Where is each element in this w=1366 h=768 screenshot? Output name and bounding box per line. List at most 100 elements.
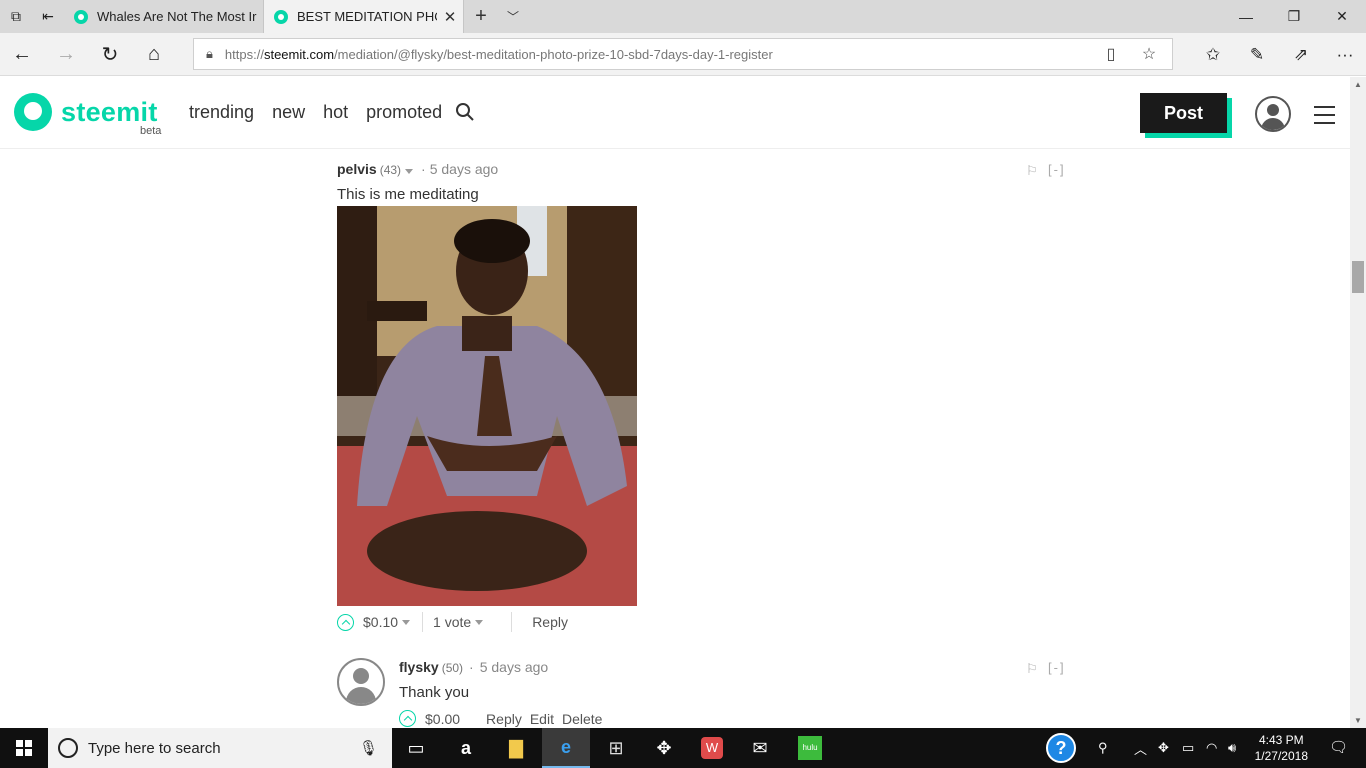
user-avatar-icon[interactable] — [1255, 96, 1291, 132]
payout-value[interactable]: $0.00 — [425, 711, 460, 727]
votes-count[interactable]: 1 vote — [433, 614, 471, 630]
favorites-hub-icon[interactable]: ✩ — [1191, 33, 1235, 76]
author-reputation: (43) — [379, 163, 402, 177]
url-scheme: https:// — [224, 46, 264, 62]
tab-manager-icon[interactable]: ⧉ — [0, 0, 32, 33]
payout-value[interactable]: $0.10 — [363, 614, 398, 630]
author-reputation: (50) — [441, 661, 464, 675]
nav-new[interactable]: new — [272, 102, 305, 123]
action-center-icon[interactable]: 🗨︎ — [1329, 738, 1348, 756]
reading-view-icon[interactable]: ▯ — [1094, 39, 1128, 69]
author-menu-caret-icon[interactable] — [405, 169, 414, 174]
help-icon[interactable]: ? — [1046, 728, 1076, 768]
hulu-icon[interactable]: hulu — [786, 728, 834, 768]
tab-whales[interactable]: Whales Are Not The Most Ir — [64, 0, 264, 33]
web-note-pen-icon[interactable]: ✎ — [1235, 33, 1279, 76]
nav-promoted[interactable]: promoted — [366, 102, 442, 123]
clock-date: 1/27/2018 — [1254, 749, 1308, 763]
favorite-star-icon[interactable]: ☆ — [1132, 39, 1166, 69]
close-window-icon[interactable]: ✕ — [1318, 0, 1366, 33]
battery-icon[interactable]: ▭ — [1182, 728, 1194, 768]
flag-icon[interactable]: ⚐ — [1026, 661, 1038, 677]
set-aside-tabs-icon[interactable]: ⇤ — [32, 0, 64, 33]
address-field[interactable]: 🔒︎ https://steemit.com/mediation/@flysky… — [193, 38, 1173, 70]
show-hidden-icons-chevron[interactable]: ︿ — [1134, 728, 1147, 768]
wifi-icon[interactable]: ◠ — [1206, 728, 1217, 768]
comment-actions: $0.10 1 vote Reply — [337, 612, 568, 632]
flag-icon[interactable]: ⚐ — [1026, 163, 1038, 179]
windows-start-icon[interactable] — [0, 728, 48, 768]
task-view-icon[interactable]: ▭ — [392, 728, 440, 768]
post-button[interactable]: Post — [1140, 93, 1232, 138]
minimize-icon[interactable]: — — [1222, 0, 1270, 33]
edge-browser-icon[interactable]: e — [542, 728, 590, 768]
mail-icon[interactable]: ✉ — [736, 728, 784, 768]
window-controls: — ❐ ✕ — [1222, 0, 1366, 33]
upvote-icon[interactable] — [337, 613, 354, 631]
comment-author[interactable]: pelvis — [337, 161, 377, 177]
collapse-toggle[interactable]: [-] — [1048, 660, 1066, 675]
steemit-favicon-icon — [274, 9, 288, 24]
microphone-icon[interactable]: 🎙︎ — [359, 739, 378, 757]
search-placeholder: Type here to search — [88, 739, 221, 757]
reply-link[interactable]: Reply — [532, 614, 568, 630]
close-tab-icon[interactable]: ✕ — [437, 8, 463, 26]
comment-body: Thank you — [399, 684, 470, 701]
dropbox-icon[interactable]: ✥ — [640, 728, 688, 768]
restore-icon[interactable]: ❐ — [1270, 0, 1318, 33]
windows-taskbar: Type here to search 🎙︎ ▭ a ▇ e ⊞ ✥ W ✉ h… — [0, 728, 1366, 768]
steemit-logo[interactable]: steemit — [14, 93, 158, 131]
divider — [511, 612, 513, 632]
cortana-icon[interactable] — [58, 738, 78, 758]
scrollbar-thumb[interactable] — [1352, 261, 1364, 293]
store-icon[interactable]: ⊞ — [592, 728, 640, 768]
taskbar-clock[interactable]: 4:43 PM 1/27/2018 — [1255, 732, 1308, 764]
hulu-label: hulu — [798, 736, 822, 760]
comment-body: This is me meditating — [337, 186, 479, 203]
logo-text: steemit — [61, 96, 158, 127]
collapse-toggle[interactable]: [-] — [1048, 162, 1066, 177]
payout-caret-icon[interactable] — [402, 619, 411, 625]
hamburger-menu-icon[interactable] — [1314, 106, 1335, 130]
home-icon[interactable]: ⌂ — [132, 33, 176, 76]
more-menu-icon[interactable]: ··· — [1323, 33, 1366, 76]
volume-icon[interactable]: 🔊︎ — [1228, 728, 1236, 768]
dropbox-tray-icon[interactable]: ✥ — [1158, 728, 1169, 768]
forward-icon[interactable]: → — [44, 33, 88, 76]
tab-best-meditation[interactable]: BEST MEDITATION PHO ✕ — [264, 0, 464, 33]
steemit-favicon-icon — [74, 9, 88, 24]
file-explorer-icon[interactable]: ▇ — [492, 728, 540, 768]
page-scrollbar[interactable]: ▲ ▼ — [1350, 77, 1366, 728]
wps-office-icon[interactable]: W — [688, 728, 736, 768]
edit-link[interactable]: Edit — [530, 711, 554, 727]
address-toolbar: ← → ↻ ⌂ 🔒︎ https://steemit.com/mediation… — [0, 33, 1366, 76]
tab-preview-chevron-icon[interactable]: ﹀ — [498, 0, 528, 33]
comment-actions: $0.00 Reply Edit Delete — [399, 710, 602, 727]
new-tab-button[interactable]: + — [464, 0, 498, 33]
share-icon[interactable]: ⇗ — [1279, 33, 1323, 76]
scroll-up-icon[interactable]: ▲ — [1354, 80, 1362, 89]
scroll-down-icon[interactable]: ▼ — [1354, 716, 1362, 725]
search-icon[interactable] — [455, 102, 475, 128]
reply-link[interactable]: Reply — [486, 711, 522, 727]
beta-label: beta — [140, 125, 162, 137]
tab-title: BEST MEDITATION PHO — [297, 9, 437, 24]
nav-trending[interactable]: trending — [189, 102, 254, 123]
people-icon[interactable]: ⚲ — [1098, 728, 1108, 768]
avatar[interactable] — [337, 658, 385, 706]
comment-author[interactable]: flysky — [399, 659, 439, 675]
browser-tab-bar: ⧉ ⇤ Whales Are Not The Most Ir BEST MEDI… — [0, 0, 1366, 33]
refresh-icon[interactable]: ↻ — [88, 33, 132, 76]
meditation-photo — [337, 206, 637, 606]
delete-link[interactable]: Delete — [562, 711, 602, 727]
amazon-icon[interactable]: a — [442, 728, 490, 768]
clock-time: 4:43 PM — [1258, 733, 1304, 747]
nav-hot[interactable]: hot — [323, 102, 348, 123]
votes-caret-icon[interactable] — [475, 619, 484, 625]
site-header: steemit beta trending new hot promoted P… — [0, 77, 1350, 149]
comment-time[interactable]: 5 days ago — [480, 659, 549, 675]
comment-time[interactable]: 5 days ago — [430, 161, 499, 177]
upvote-icon[interactable] — [399, 710, 416, 727]
taskbar-search-input[interactable]: Type here to search 🎙︎ — [48, 728, 392, 768]
back-icon[interactable]: ← — [0, 33, 44, 76]
